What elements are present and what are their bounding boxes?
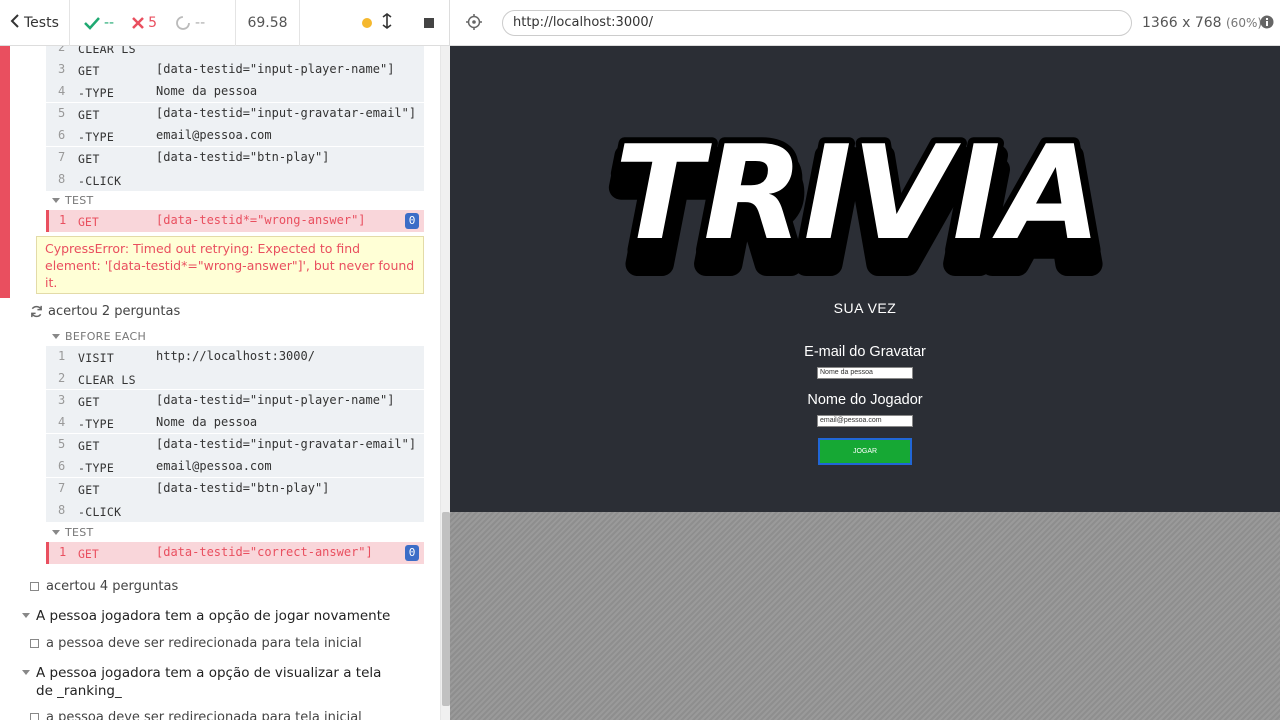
scrollbar-thumb[interactable] <box>442 512 450 706</box>
test-title[interactable]: acertou 4 perguntas <box>30 579 178 594</box>
caret-down-icon <box>22 613 30 618</box>
command-row[interactable]: 8 -CLICK <box>46 169 424 191</box>
command-row[interactable]: 4 -TYPE Nome da pessoa <box>46 412 424 434</box>
caret-down-icon <box>52 530 60 535</box>
player-name-input[interactable]: email@pessoa.com <box>817 415 913 427</box>
command-row[interactable]: 2 CLEAR LS <box>46 368 424 390</box>
command-row[interactable]: 8 -CLICK <box>46 500 424 522</box>
command-row[interactable]: 6 -TYPE email@pessoa.com <box>46 125 424 147</box>
command-row[interactable]: 3 GET [data-testid="input-player-name"] <box>46 59 424 81</box>
caret-down-icon <box>22 670 30 675</box>
element-count-badge: 0 <box>405 213 419 229</box>
gravatar-label: E-mail do Gravatar <box>804 344 926 360</box>
command-row[interactable]: 6 -TYPE email@pessoa.com <box>46 456 424 478</box>
pending-count: -- <box>175 15 205 31</box>
check-icon <box>84 17 100 30</box>
stop-icon[interactable] <box>424 18 434 28</box>
url-field[interactable]: http://localhost:3000/ <box>502 10 1132 36</box>
aut-backdrop <box>450 512 1280 720</box>
element-count-badge: 0 <box>405 545 419 561</box>
command-row[interactable]: 4 -TYPE Nome da pessoa <box>46 81 424 103</box>
info-icon[interactable] <box>1260 15 1274 33</box>
test-stats: -- 5 -- <box>70 0 236 46</box>
circle-notch-icon <box>176 16 190 30</box>
runner-controls <box>300 0 450 46</box>
refresh-icon <box>31 305 42 318</box>
pending-square-icon <box>30 582 39 591</box>
tests-button[interactable]: Tests <box>0 0 70 46</box>
suite-title[interactable]: A pessoa jogadora tem a opção de visuali… <box>22 664 392 700</box>
command-block: 1 VISIT http://localhost:3000/ 2 CLEAR LS 3… <box>46 346 424 522</box>
running-test-title[interactable]: acertou 2 perguntas <box>30 304 180 319</box>
command-row[interactable]: 5 GET [data-testid="input-gravatar-email"] <box>46 103 424 125</box>
app-under-test: TRIVIA TRIVIA TRIVIA TRIVIA SUA VEZ E-ma… <box>450 46 1280 512</box>
gravatar-email-input[interactable]: Nome da pessoa <box>817 367 913 379</box>
command-row[interactable]: 3 GET [data-testid="input-player-name"] <box>46 390 424 412</box>
command-row[interactable]: 7 GET [data-testid="btn-play"] <box>46 147 424 169</box>
command-row[interactable]: 1 VISIT http://localhost:3000/ <box>46 346 424 368</box>
command-row[interactable]: 2 CLEAR LS <box>46 46 424 59</box>
svg-text:TRIVIA: TRIVIA <box>615 117 1102 269</box>
pending-square-icon <box>30 639 39 648</box>
passed-count: -- <box>84 15 114 31</box>
hook-test-label[interactable]: TEST <box>52 526 94 539</box>
log-scrollbar[interactable] <box>440 46 450 720</box>
running-indicator-icon <box>362 18 372 28</box>
hook-before-each-label[interactable]: BEFORE EACH <box>52 330 146 343</box>
command-row[interactable]: 7 GET [data-testid="btn-play"] <box>46 478 424 500</box>
auto-scroll-icon[interactable] <box>382 13 392 33</box>
command-row[interactable]: 5 GET [data-testid="input-gravatar-email"] <box>46 434 424 456</box>
failed-count: 5 <box>132 15 157 31</box>
player-name-label: Nome do Jogador <box>807 392 923 408</box>
chevron-left-icon <box>10 14 20 32</box>
tests-label: Tests <box>24 15 59 31</box>
your-turn-text: SUA VEZ <box>833 300 897 316</box>
pending-square-icon <box>30 713 39 720</box>
hook-test-label[interactable]: TEST <box>52 194 94 207</box>
failed-command-row[interactable]: 1 GET [data-testid*="wrong-answer"] 0 <box>46 210 424 232</box>
trivia-logo: TRIVIA TRIVIA TRIVIA TRIVIA <box>603 111 1114 290</box>
test-title[interactable]: a pessoa deve ser redirecionada para tel… <box>30 710 362 720</box>
aut-header: http://localhost:3000/ 1366 x 768 (60%) <box>450 0 1280 46</box>
reporter-header: Tests -- 5 -- 69.58 <box>0 0 450 46</box>
failed-test-indicator <box>0 46 10 298</box>
error-message[interactable]: CypressError: Timed out retrying: Expect… <box>36 236 424 294</box>
duration: 69.58 <box>236 0 300 46</box>
x-icon <box>132 17 144 29</box>
caret-down-icon <box>52 198 60 203</box>
command-block: 2 CLEAR LS 3 GET [data-testid="input-player… <box>46 46 424 191</box>
suite-title[interactable]: A pessoa jogadora tem a opção de jogar n… <box>22 607 390 625</box>
play-button[interactable]: JOGAR <box>818 438 912 465</box>
failed-command-row[interactable]: 1 GET [data-testid="correct-answer"] 0 <box>46 542 424 564</box>
selector-playground-icon[interactable] <box>466 14 482 34</box>
viewport-size: 1366 x 768 (60%) <box>1142 15 1263 31</box>
test-title[interactable]: a pessoa deve ser redirecionada para tel… <box>30 636 362 651</box>
caret-down-icon <box>52 334 60 339</box>
command-log: 2 CLEAR LS 3 GET [data-testid="input-player… <box>0 46 440 720</box>
